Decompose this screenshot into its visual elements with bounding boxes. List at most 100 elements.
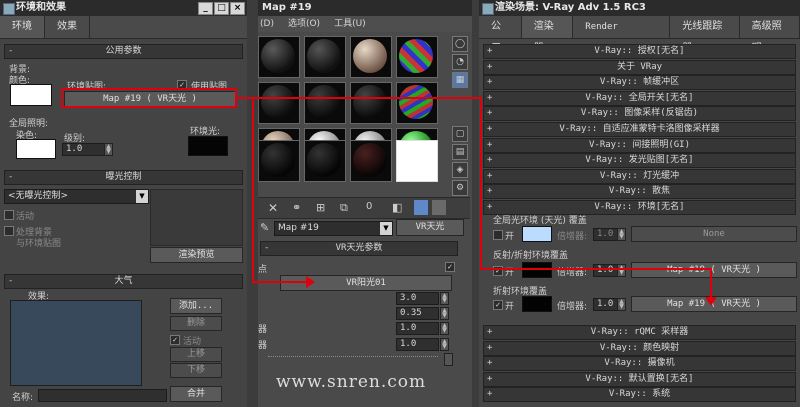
gi-env-on-checkbox[interactable] bbox=[493, 230, 503, 240]
level-spinner[interactable]: ▲ ▼ bbox=[104, 143, 113, 156]
sample-slot-selected[interactable] bbox=[396, 140, 438, 182]
video-check-icon[interactable]: ▤ bbox=[452, 144, 468, 160]
menu-item-tools[interactable]: 工具(U) bbox=[334, 16, 366, 32]
sample-slot[interactable] bbox=[350, 36, 392, 78]
sample-slot[interactable] bbox=[396, 82, 438, 124]
effect-channel-icon[interactable]: 0 bbox=[366, 201, 372, 212]
env-map-button[interactable]: Map #19 ( VR天光 ) bbox=[64, 91, 236, 107]
rollout-vray-sky-params[interactable]: - VR天光参数 bbox=[260, 241, 458, 256]
merge-button[interactable]: 合并 bbox=[170, 386, 222, 402]
go-to-parent-icon[interactable] bbox=[432, 200, 446, 215]
put-library-icon[interactable]: ⊞ bbox=[316, 201, 325, 214]
move-down-button[interactable]: 下移 bbox=[170, 363, 222, 378]
pick-material-icon[interactable]: ✎ bbox=[260, 221, 269, 234]
ozone-spinner[interactable]: ▲ ▼ bbox=[440, 307, 449, 320]
vray-rollout[interactable]: + V-Ray:: rQMC 采样器 bbox=[483, 325, 796, 340]
exposure-dropdown[interactable]: <无曝光控制> ▼ bbox=[4, 189, 149, 204]
size-multiplier-field[interactable]: 1.0 bbox=[396, 338, 439, 351]
vray-rollout[interactable]: + V-Ray:: 摄像机 bbox=[483, 356, 796, 372]
turbidity-field[interactable]: 3.0 bbox=[396, 292, 439, 305]
move-up-button[interactable]: 上移 bbox=[170, 347, 222, 362]
exposure-active-checkbox[interactable] bbox=[4, 210, 14, 220]
gi-multiplier-field[interactable]: 1.0 bbox=[593, 228, 618, 241]
process-background-checkbox[interactable] bbox=[4, 226, 14, 236]
sample-slot[interactable] bbox=[304, 140, 346, 182]
turbidity-spinner[interactable]: ▲ ▼ bbox=[440, 292, 449, 305]
minimize-button[interactable]: _ bbox=[198, 2, 213, 15]
sample-slot[interactable] bbox=[350, 82, 392, 124]
vray-rollout[interactable]: + V-Ray:: 散焦 bbox=[483, 184, 796, 200]
level-field[interactable]: 1.0 bbox=[62, 143, 105, 156]
render-preview-button[interactable]: 渲染预览 bbox=[150, 247, 243, 263]
gi-env-color-swatch[interactable] bbox=[522, 226, 552, 242]
refr-multiplier-spinner[interactable]: ▲ ▼ bbox=[617, 298, 626, 311]
copy-icon[interactable]: ⧉ bbox=[340, 201, 348, 215]
background-color-swatch[interactable] bbox=[10, 84, 52, 106]
maximize-button[interactable]: □ bbox=[214, 2, 229, 15]
options-icon[interactable]: ⚙ bbox=[452, 180, 468, 196]
background-icon[interactable]: ▦ bbox=[452, 72, 468, 88]
vray-rollout[interactable]: + V-Ray:: 发光贴图[无名] bbox=[483, 153, 796, 169]
vray-rollout[interactable]: + V-Ray:: 帧缓冲区 bbox=[483, 75, 796, 91]
delete-effect-button[interactable]: 删除 bbox=[170, 316, 222, 331]
sample-slot[interactable] bbox=[258, 82, 300, 124]
extra-spinner[interactable] bbox=[444, 353, 453, 366]
gi-multiplier-spinner[interactable]: ▲ ▼ bbox=[617, 228, 626, 241]
tab-raytracer[interactable]: 光线跟踪器 bbox=[670, 16, 740, 54]
atmosphere-active-checkbox[interactable]: ✓ bbox=[170, 335, 180, 345]
refl-env-map-button[interactable]: Map #19 ( VR天光 ) bbox=[631, 262, 797, 278]
vray-rollout[interactable]: + V-Ray:: 颜色映射 bbox=[483, 340, 796, 356]
tab-advanced-lighting[interactable]: 高级照明 bbox=[740, 16, 800, 54]
rollout-exposure[interactable]: - 曝光控制 bbox=[4, 170, 243, 185]
menu-item[interactable]: (D) bbox=[260, 16, 274, 32]
specify-sun-checkbox[interactable]: ✓ bbox=[445, 262, 455, 272]
effects-list[interactable] bbox=[10, 300, 142, 386]
sample-slot[interactable] bbox=[304, 36, 346, 78]
backlight-icon[interactable]: ◔ bbox=[452, 54, 468, 70]
make-preview-icon[interactable]: ◈ bbox=[452, 162, 468, 178]
show-end-result-icon[interactable] bbox=[414, 200, 428, 215]
size-multiplier-spinner[interactable]: ▲ ▼ bbox=[440, 338, 449, 351]
sample-slot[interactable] bbox=[350, 140, 392, 182]
tab-render-elements[interactable]: Render Elements bbox=[573, 16, 671, 54]
ozone-field[interactable]: 0.35 bbox=[396, 307, 439, 320]
menu-item-options[interactable]: 选项(O) bbox=[288, 16, 320, 32]
tint-color-swatch[interactable] bbox=[16, 139, 56, 159]
intensity-multiplier-field[interactable]: 1.0 bbox=[396, 322, 439, 335]
refl-env-color-swatch[interactable] bbox=[522, 262, 552, 278]
gi-env-map-button[interactable]: None bbox=[631, 226, 797, 242]
map-name-dropdown[interactable]: Map #19 ▼ bbox=[274, 221, 393, 236]
add-effect-button[interactable]: 添加... bbox=[170, 298, 222, 314]
vray-rollout[interactable]: + 关于 VRay bbox=[483, 59, 796, 75]
intensity-multiplier-spinner[interactable]: ▲ ▼ bbox=[440, 322, 449, 335]
refr-multiplier-field[interactable]: 1.0 bbox=[593, 298, 618, 311]
rollout-common[interactable]: - 公用参数 bbox=[4, 44, 243, 59]
vray-rollout[interactable]: + V-Ray:: 授权[无名] bbox=[483, 44, 796, 59]
refl-multiplier-field[interactable]: 1.0 bbox=[593, 264, 618, 277]
refr-env-on-checkbox[interactable]: ✓ bbox=[493, 300, 503, 310]
tab-effects[interactable]: 效果 bbox=[45, 16, 90, 38]
vray-rollout[interactable]: + V-Ray:: 灯光缓冲 bbox=[483, 168, 796, 184]
show-map-icon[interactable]: ◧ bbox=[392, 201, 402, 214]
vray-rollout[interactable]: + V-Ray:: 图像采样(反锯齿) bbox=[483, 106, 796, 122]
uv-tiling-icon[interactable]: ▢ bbox=[452, 126, 468, 142]
tab-environment[interactable]: 环境 bbox=[0, 16, 45, 38]
sample-slot[interactable] bbox=[396, 36, 438, 78]
rollout-atmosphere[interactable]: - 大气 bbox=[4, 274, 243, 289]
tab-renderer[interactable]: 渲染器 bbox=[521, 16, 574, 54]
tab-common[interactable]: 公用 bbox=[479, 16, 522, 54]
vray-rollout[interactable]: + V-Ray:: 全局开关[无名] bbox=[483, 90, 796, 106]
vray-rollout[interactable]: + V-Ray:: 默认置换[无名] bbox=[483, 371, 796, 387]
link-icon[interactable]: ⚭ bbox=[292, 201, 301, 214]
map-type-button[interactable]: VR天光 bbox=[396, 219, 464, 236]
vray-rollout[interactable]: + V-Ray:: 间接照明(GI) bbox=[483, 137, 796, 153]
sample-slot[interactable] bbox=[304, 82, 346, 124]
vray-rollout[interactable]: + V-Ray:: 自适应准蒙特卡洛图像采样器 bbox=[483, 122, 796, 137]
delete-icon[interactable]: ✕ bbox=[268, 201, 278, 215]
name-field[interactable] bbox=[38, 389, 167, 402]
vray-rollout[interactable]: + V-Ray:: 系统 bbox=[483, 387, 796, 403]
close-button[interactable]: × bbox=[230, 2, 245, 15]
sample-slot[interactable] bbox=[258, 36, 300, 78]
ambient-color-swatch[interactable] bbox=[188, 136, 228, 156]
sample-type-icon[interactable]: ◯ bbox=[452, 36, 468, 52]
